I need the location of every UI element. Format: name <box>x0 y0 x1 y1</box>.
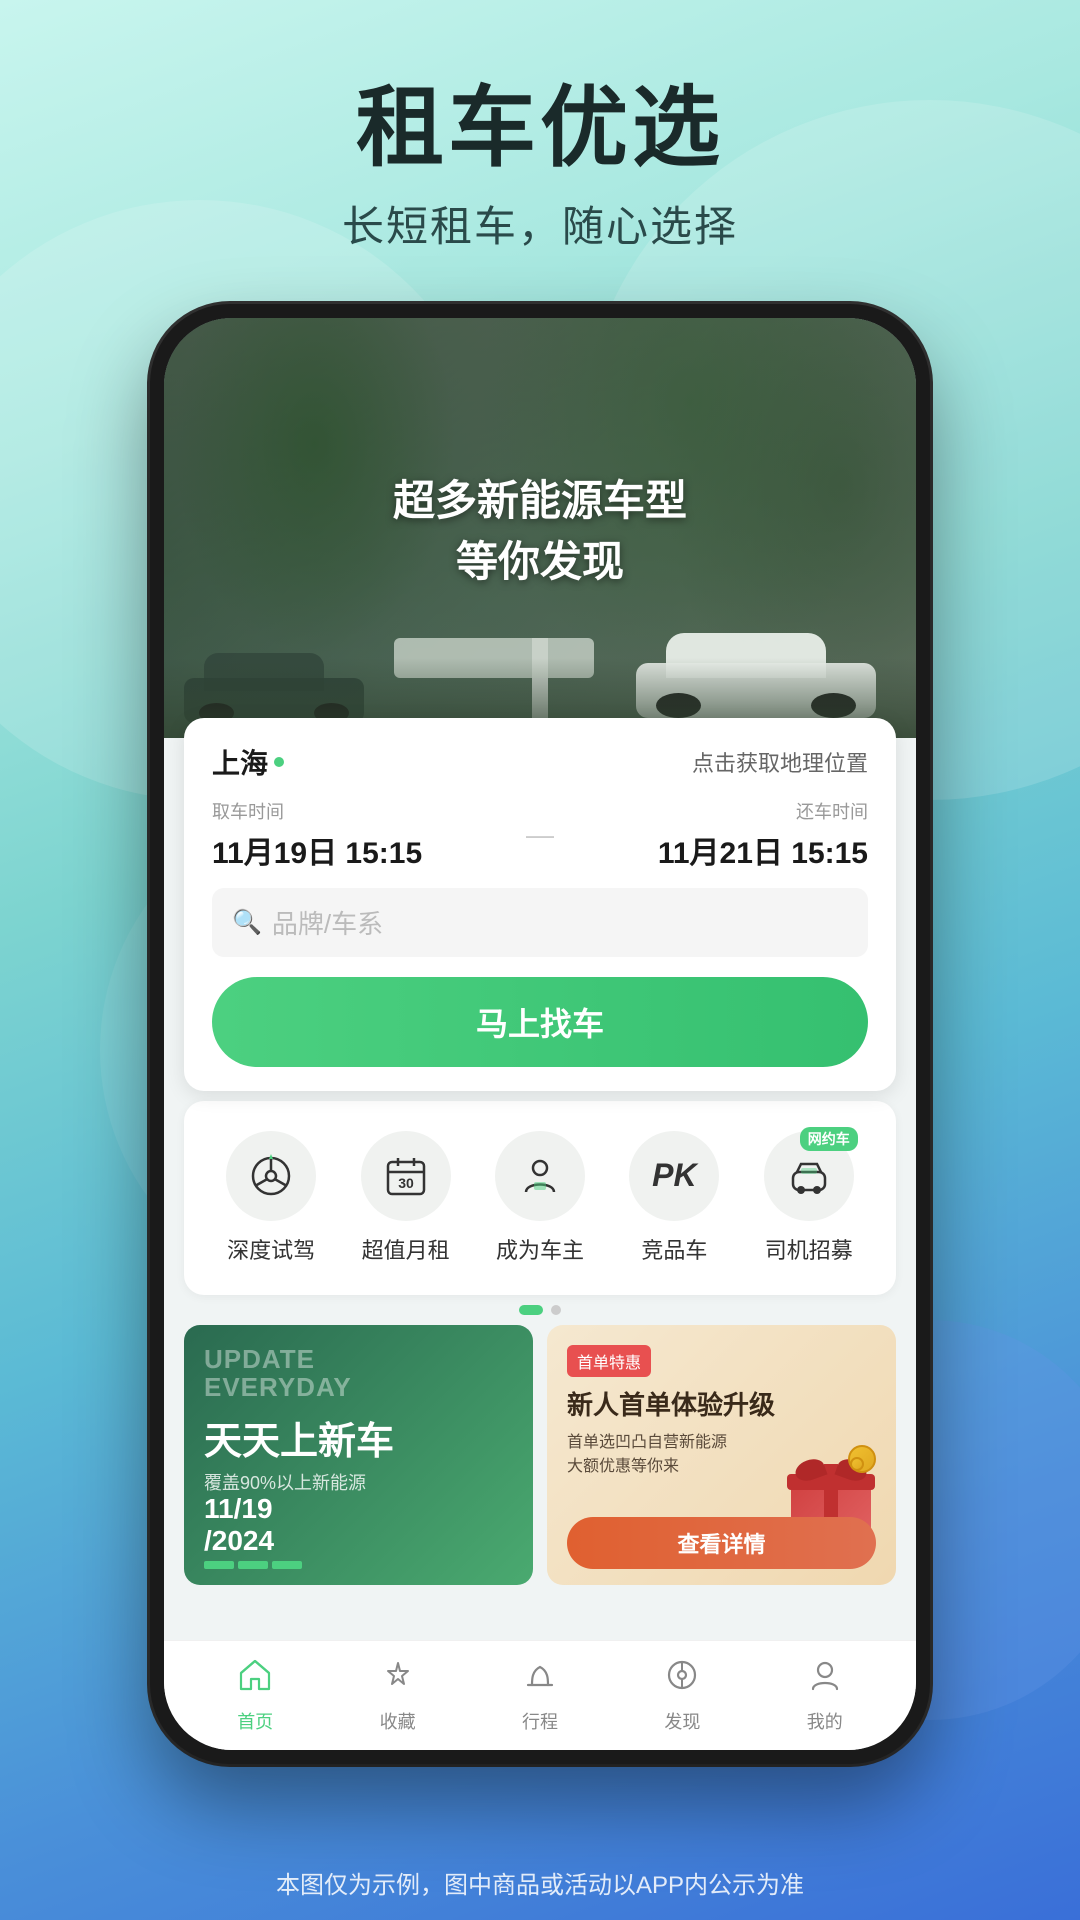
quick-label-pk: 竞品车 <box>641 1233 707 1265</box>
hero-text: 超多新能源车型 等你发现 <box>393 467 687 589</box>
monthly-icon-wrap: 30 <box>361 1131 451 1221</box>
get-location-button[interactable]: 点击获取地理位置 <box>692 746 868 778</box>
phone-mockup-container: 超多新能源车型 等你发现 上海 点击获取地理位置 取车时间 11月19日 15 <box>0 304 1080 1764</box>
favorites-icon <box>380 1657 416 1702</box>
date-row: 取车时间 11月19日 15:15 — 还车时间 11月21日 15:15 <box>212 798 868 872</box>
quick-item-test-drive[interactable]: 深度试驾 <box>226 1131 316 1265</box>
first-order-badge: 首单特惠 <box>567 1345 651 1377</box>
bottom-navigation: 首页 收藏 <box>164 1640 916 1750</box>
find-car-button[interactable]: 马上找车 <box>212 977 868 1067</box>
quick-item-monthly[interactable]: 30 超值月租 <box>361 1131 451 1265</box>
nav-label-favorites: 收藏 <box>380 1708 416 1734</box>
location-name[interactable]: 上海 <box>212 742 284 782</box>
pickup-date: 11月19日 15:15 <box>212 828 516 872</box>
banner-dots <box>164 1305 916 1315</box>
banner-right-title: 新人首单体验升级 <box>567 1385 876 1422</box>
phone-mockup: 超多新能源车型 等你发现 上海 点击获取地理位置 取车时间 11月19日 15 <box>150 304 930 1764</box>
home-icon <box>237 1657 273 1702</box>
page-subtitle: 长短租车，随心选择 <box>0 193 1080 254</box>
banner-main-text: 天天上新车 <box>204 1410 513 1465</box>
stripe-1 <box>204 1561 234 1569</box>
banner-right-content: 首单特惠 新人首单体验升级 首单选凹凸自营新能源大额优惠等你来 <box>547 1325 896 1585</box>
quick-menu-grid: 深度试驾 30 超值月租 <box>204 1131 876 1265</box>
hero-banner[interactable]: 超多新能源车型 等你发现 <box>164 318 916 738</box>
steering-wheel-icon <box>249 1154 293 1198</box>
car-owner-icon <box>518 1154 562 1198</box>
brand-search-bar[interactable]: 🔍 品牌/车系 <box>212 888 868 957</box>
hero-line2: 等你发现 <box>393 528 687 589</box>
location-dot-icon <box>274 757 284 767</box>
test-drive-icon-wrap <box>226 1131 316 1221</box>
page-title: 租车优选 <box>0 80 1080 177</box>
pickup-date-group[interactable]: 取车时间 11月19日 15:15 <box>212 798 516 872</box>
nav-label-trips: 行程 <box>522 1708 558 1734</box>
location-text: 上海 <box>212 742 268 782</box>
phone-screen: 超多新能源车型 等你发现 上海 点击获取地理位置 取车时间 11月19日 15 <box>164 318 916 1750</box>
quick-label-test-drive: 深度试驾 <box>227 1233 315 1265</box>
hero-line1: 超多新能源车型 <box>393 467 687 528</box>
return-label: 还车时间 <box>564 798 868 824</box>
stripe-3 <box>272 1561 302 1569</box>
quick-item-pk[interactable]: PK 竞品车 <box>629 1131 719 1265</box>
banner-left-content: UPDATEEVERYDAY 天天上新车 覆盖90%以上新能源 11/19/20… <box>184 1325 533 1585</box>
taxi-icon <box>787 1154 831 1198</box>
banner-date: 11/19/2024 <box>204 1493 302 1569</box>
nav-item-trips[interactable]: 行程 <box>522 1657 558 1734</box>
return-date: 11月21日 15:15 <box>564 828 868 872</box>
owner-icon-wrap <box>495 1131 585 1221</box>
nav-item-profile[interactable]: 我的 <box>807 1657 843 1734</box>
banner-stripes <box>204 1561 302 1569</box>
nav-item-discover[interactable]: 发现 <box>664 1657 700 1734</box>
update-everyday-text: UPDATEEVERYDAY <box>204 1345 513 1402</box>
location-row: 上海 点击获取地理位置 <box>212 742 868 782</box>
dot-1 <box>519 1305 543 1315</box>
banner-new-user[interactable]: 首单特惠 新人首单体验升级 首单选凹凸自营新能源大额优惠等你来 <box>547 1325 896 1585</box>
banner-date-text: 11/19/2024 <box>204 1493 302 1557</box>
quick-label-driver: 司机招募 <box>765 1233 853 1265</box>
page-header: 租车优选 长短租车，随心选择 <box>0 0 1080 284</box>
return-date-group[interactable]: 还车时间 11月21日 15:15 <box>564 798 868 872</box>
date-separator: — <box>526 819 554 851</box>
nav-label-discover: 发现 <box>664 1708 700 1734</box>
pk-text: PK <box>652 1157 696 1194</box>
pickup-label: 取车时间 <box>212 798 516 824</box>
trips-icon <box>522 1657 558 1702</box>
view-details-button[interactable]: 查看详情 <box>567 1517 876 1569</box>
quick-label-owner: 成为车主 <box>496 1233 584 1265</box>
brand-search-placeholder: 品牌/车系 <box>272 904 383 941</box>
banner-new-cars[interactable]: UPDATEEVERYDAY 天天上新车 覆盖90%以上新能源 11/19/20… <box>184 1325 533 1585</box>
dot-2 <box>551 1305 561 1315</box>
banner-sub-text: 覆盖90%以上新能源 <box>204 1469 513 1495</box>
nav-label-home: 首页 <box>237 1708 273 1734</box>
driver-badge: 网约车 <box>800 1127 858 1151</box>
quick-item-owner[interactable]: 成为车主 <box>495 1131 585 1265</box>
search-icon: 🔍 <box>232 908 262 937</box>
profile-icon <box>807 1657 843 1702</box>
driver-icon-wrap: 网约车 <box>764 1131 854 1221</box>
discover-icon <box>664 1657 700 1702</box>
nav-item-favorites[interactable]: 收藏 <box>380 1657 416 1734</box>
pk-icon-wrap: PK <box>629 1131 719 1221</box>
booking-panel: 上海 点击获取地理位置 取车时间 11月19日 15:15 — 还车时间 11月… <box>184 718 896 1091</box>
nav-label-profile: 我的 <box>807 1708 843 1734</box>
quick-menu: 深度试驾 30 超值月租 <box>184 1101 896 1295</box>
footer-disclaimer: 本图仅为示例，图中商品或活动以APP内公示为准 <box>0 1865 1080 1900</box>
svg-text:30: 30 <box>398 1175 414 1191</box>
stripe-2 <box>238 1561 268 1569</box>
nav-item-home[interactable]: 首页 <box>237 1657 273 1734</box>
quick-label-monthly: 超值月租 <box>362 1233 450 1265</box>
promotional-banners: UPDATEEVERYDAY 天天上新车 覆盖90%以上新能源 11/19/20… <box>184 1325 896 1585</box>
quick-item-driver[interactable]: 网约车 司机招募 <box>764 1131 854 1265</box>
calendar-icon: 30 <box>384 1154 428 1198</box>
